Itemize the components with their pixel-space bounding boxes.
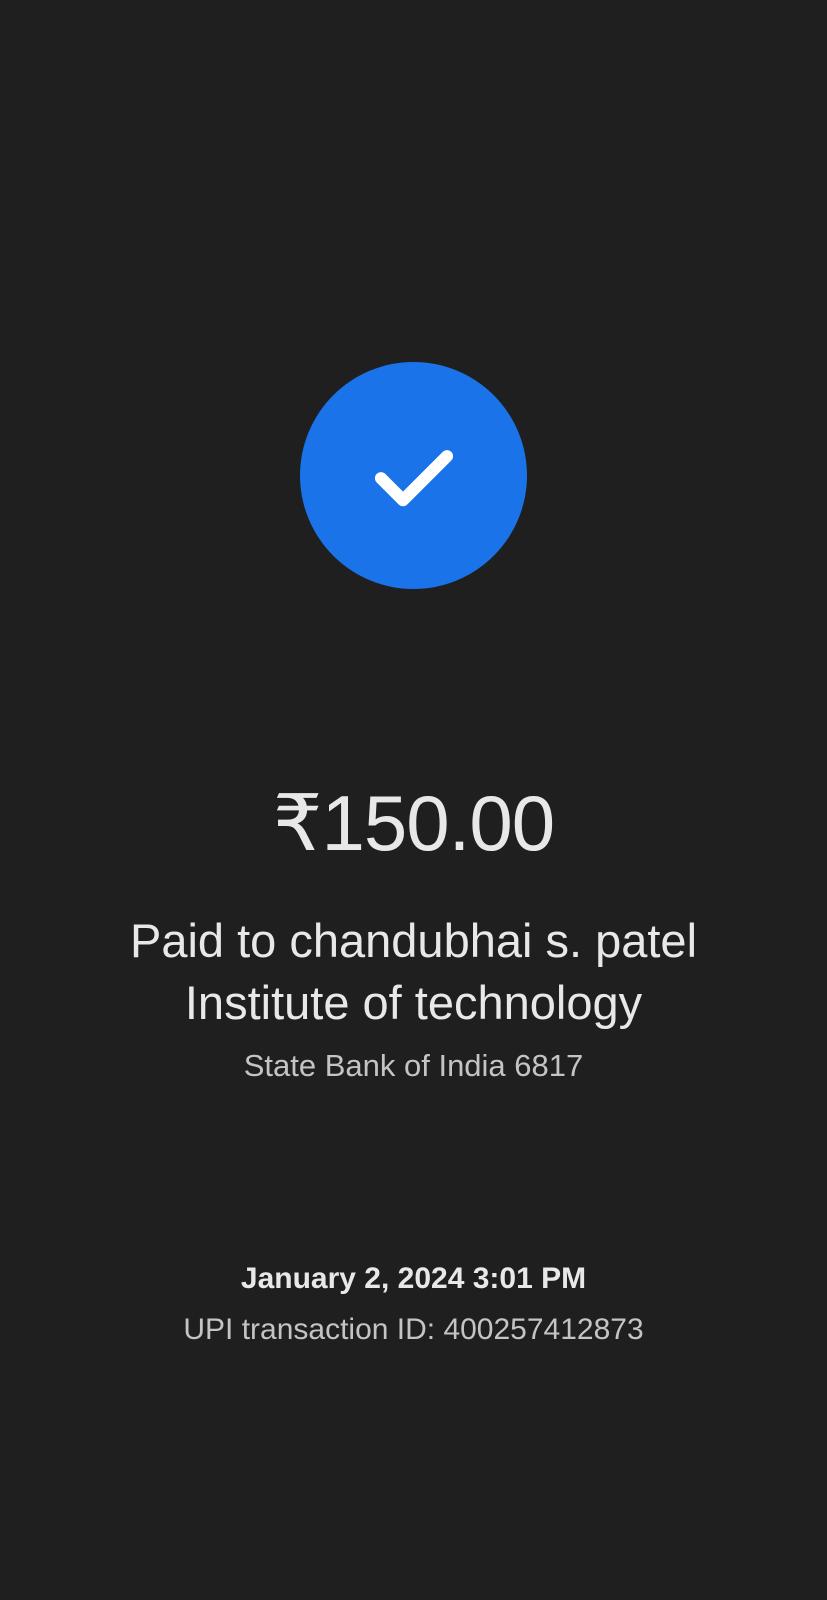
payee-name: Paid to chandubhai s. patel Institute of… xyxy=(40,910,787,1034)
transaction-datetime: January 2, 2024 3:01 PM xyxy=(240,1262,587,1295)
payee-name-line-1: Paid to chandubhai s. patel xyxy=(129,914,698,967)
payment-amount: ₹150.00 xyxy=(272,779,555,867)
check-icon xyxy=(374,449,453,506)
success-badge xyxy=(300,362,527,589)
bank-account: State Bank of India 6817 xyxy=(243,1048,584,1083)
payee-name-line-2: Institute of technology xyxy=(184,976,643,1029)
payment-success-screen: ₹150.00 Paid to chandubhai s. patel Inst… xyxy=(0,0,827,1600)
upi-transaction-id[interactable]: UPI transaction ID: 400257412873 xyxy=(0,1310,827,1350)
